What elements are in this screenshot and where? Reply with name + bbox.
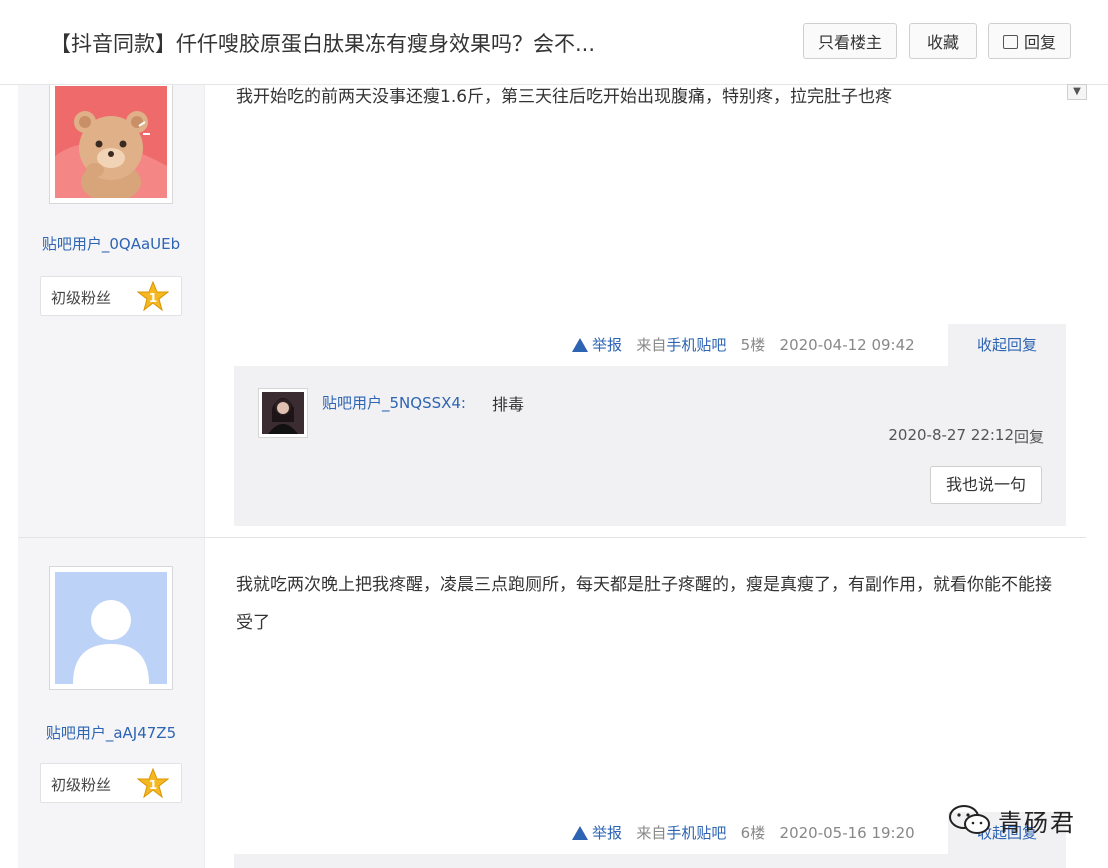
reply-text: 排毒 — [492, 395, 525, 414]
report-link[interactable]: 举报 — [572, 824, 622, 842]
favorite-label: 收藏 — [926, 33, 959, 52]
photo-avatar-icon — [262, 392, 304, 434]
post-meta: 举报 来自手机贴吧 6楼 2020-05-16 19:20 — [572, 822, 915, 843]
reply-label: 回复 — [1023, 33, 1056, 52]
reply-to-reply-link[interactable]: 回复 — [1014, 426, 1044, 447]
watermark: 青砀君 — [948, 800, 1076, 840]
avatar[interactable] — [49, 80, 173, 204]
post-time: 2020-05-16 19:20 — [779, 824, 915, 842]
svg-text:1: 1 — [149, 778, 157, 792]
floor-number: 6楼 — [740, 824, 766, 842]
avatar[interactable] — [49, 566, 173, 690]
reply-avatar[interactable] — [258, 388, 308, 438]
reply-button[interactable]: 回复 — [988, 23, 1071, 59]
favorite-button[interactable]: 收藏 — [909, 23, 977, 59]
post-meta: 举报 来自手机贴吧 5楼 2020-04-12 09:42 — [572, 334, 915, 355]
say-something-button[interactable]: 我也说一句 — [930, 466, 1042, 504]
post-content: 我就吃两次晚上把我疼醒，凌晨三点跑厕所，每天都是肚子疼醒的，瘦是真瘦了，有副作用… — [236, 575, 1052, 633]
level-label: 初级粉丝 — [51, 289, 112, 307]
comment-icon — [1002, 35, 1018, 49]
thread-title: 【抖音同款】仟仟嗖胶原蛋白肽果冻有瘦身效果吗？会不... — [50, 32, 596, 56]
only-owner-label: 只看楼主 — [817, 33, 882, 52]
reply-panel: 贴吧用户_5NQSSX4: 排毒 2020-8-27 22:12 回复 我也说一… — [234, 366, 1066, 526]
post-floor-5: 贴吧用户_0QAaUEb 初级粉丝 1 我开始吃的前两天没事还瘦1.6斤，第三天… — [18, 70, 1086, 537]
post-floor-6: 贴吧用户_aAJ47Z5 初级粉丝 1 我就吃两次晚上把我疼醒，凌晨三点跑厕所，… — [18, 538, 1086, 868]
star-level-icon: 1 — [137, 281, 169, 311]
default-user-icon — [55, 572, 167, 684]
mobile-client-link[interactable]: 手机贴吧 — [666, 824, 726, 842]
post-source: 来自手机贴吧 — [636, 824, 727, 842]
svg-text:1: 1 — [149, 291, 157, 305]
reply-username-link[interactable]: 贴吧用户_5NQSSX4: — [322, 392, 466, 413]
report-link[interactable]: 举报 — [572, 336, 622, 354]
level-label: 初级粉丝 — [51, 776, 112, 794]
bear-avatar-icon — [55, 86, 167, 198]
username-link[interactable]: 贴吧用户_0QAaUEb — [18, 233, 204, 254]
watermark-text: 青砀君 — [998, 808, 1076, 837]
post-source: 来自手机贴吧 — [636, 336, 727, 354]
warning-icon — [572, 338, 588, 352]
only-owner-button[interactable]: 只看楼主 — [803, 23, 897, 59]
collapse-replies-button[interactable]: 收起回复 — [948, 324, 1066, 366]
wechat-icon — [949, 805, 990, 834]
thread-header: 【抖音同款】仟仟嗖胶原蛋白肽果冻有瘦身效果吗？会不... 只看楼主 收藏 回复 — [0, 0, 1108, 85]
reply-time: 2020-8-27 22:12 — [888, 426, 1014, 444]
scroll-down-arrow[interactable]: ▼ — [1067, 84, 1087, 100]
mobile-client-link[interactable]: 手机贴吧 — [666, 336, 726, 354]
reply-panel — [234, 854, 1066, 868]
post-time: 2020-04-12 09:42 — [779, 336, 915, 354]
username-link[interactable]: 贴吧用户_aAJ47Z5 — [18, 722, 204, 743]
level-badge-box[interactable]: 初级粉丝 1 — [40, 276, 182, 316]
level-badge-box[interactable]: 初级粉丝 1 — [40, 763, 182, 803]
star-level-icon: 1 — [137, 768, 169, 798]
warning-icon — [572, 826, 588, 840]
floor-number: 5楼 — [740, 336, 766, 354]
